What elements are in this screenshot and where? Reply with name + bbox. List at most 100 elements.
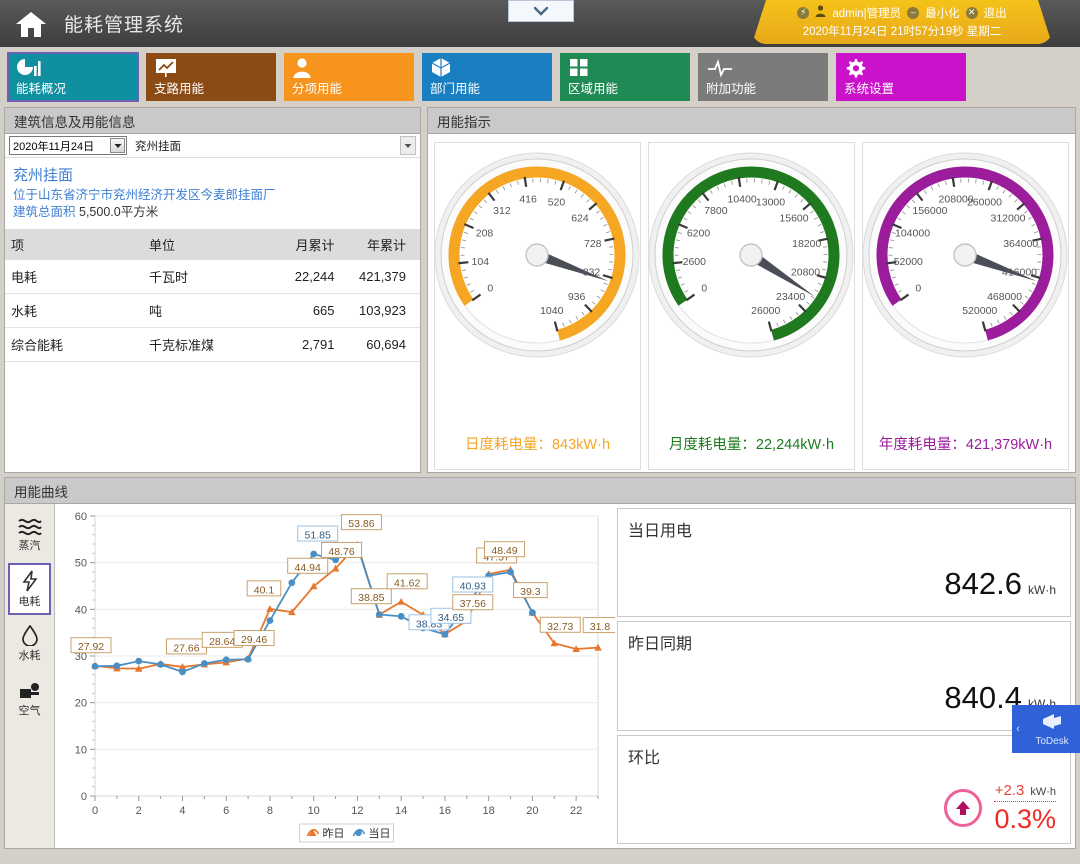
nav-tab-area-energy[interactable]: 区域用能: [560, 53, 690, 101]
svg-text:40.93: 40.93: [460, 580, 486, 592]
svg-text:2600: 2600: [683, 256, 707, 268]
today-usage-title: 当日用电: [628, 517, 1060, 541]
svg-text:18200: 18200: [792, 238, 821, 250]
cell-month: 665: [285, 294, 349, 328]
today-usage-card: 当日用电 842.6 kW·h: [617, 508, 1071, 617]
nav-tab-label: 附加功能: [706, 78, 756, 97]
nav-tab-system-settings[interactable]: 系统设置: [836, 53, 966, 101]
cell-month: 2,791: [285, 328, 349, 362]
lightning-bolt-icon: [20, 570, 40, 592]
energy-type-air[interactable]: 空气: [8, 673, 51, 725]
svg-text:6200: 6200: [687, 228, 711, 240]
energy-type-toolbar: 蒸汽 电耗 水耗: [5, 504, 55, 848]
svg-text:41.62: 41.62: [394, 577, 420, 589]
ratio-delta: +2.3: [995, 782, 1025, 799]
cell-unit: 吨: [145, 294, 285, 328]
pie-chart-bars-icon: [16, 57, 138, 78]
svg-text:20: 20: [75, 698, 87, 710]
today-usage-value: 842.6: [944, 566, 1022, 602]
building-dropdown-caret-icon[interactable]: [400, 136, 416, 155]
svg-text:1040: 1040: [540, 305, 564, 317]
cell-year: 421,379: [349, 260, 420, 294]
home-icon[interactable]: [14, 9, 48, 39]
col-unit: 单位: [145, 229, 285, 260]
building-select-value[interactable]: 兖州挂面: [135, 138, 392, 154]
table-row: 综合能耗 千克标准煤 2,791 60,694: [5, 328, 420, 362]
nav-tab-extra-functions[interactable]: 附加功能: [698, 53, 828, 101]
yearly-electricity-gauge-card: 0520001040001560002080002600003120003640…: [862, 142, 1069, 470]
date-picker[interactable]: 2020年11月24日: [9, 136, 127, 155]
cell-item: 综合能耗: [5, 328, 145, 362]
nav-tab-item-energy[interactable]: 分项用能: [284, 53, 414, 101]
svg-text:6: 6: [223, 805, 229, 817]
table-header-row: 项 单位 月累计 年累计: [5, 229, 420, 260]
monthly-electricity-gauge-card: 0260062007800104001300015600182002080023…: [648, 142, 855, 470]
svg-text:624: 624: [571, 213, 589, 225]
svg-text:34.65: 34.65: [438, 612, 464, 624]
todesk-widget[interactable]: ‹ ToDesk: [1012, 705, 1080, 753]
svg-text:156000: 156000: [912, 205, 947, 217]
svg-text:40.1: 40.1: [254, 584, 275, 596]
svg-text:0: 0: [92, 805, 98, 817]
svg-text:520000: 520000: [962, 305, 997, 317]
todesk-logo-icon: [1039, 711, 1065, 731]
building-area-label: 建筑总面积: [13, 205, 76, 219]
top-content-row: 建筑信息及用能信息 2020年11月24日 兖州挂面 兖州挂面 位于山东省济宁市…: [0, 105, 1080, 473]
svg-text:51.85: 51.85: [305, 530, 331, 542]
building-area-value: 5,500.0平方米: [79, 205, 158, 219]
svg-text:14: 14: [395, 805, 407, 817]
table-row: 电耗 千瓦时 22,244 421,379: [5, 260, 420, 294]
svg-text:16: 16: [439, 805, 451, 817]
date-dropdown-caret-icon[interactable]: [110, 138, 125, 153]
energy-type-steam[interactable]: 蒸汽: [8, 508, 51, 560]
exit-label[interactable]: 退出: [984, 5, 1007, 21]
svg-text:27.66: 27.66: [173, 642, 199, 654]
svg-text:728: 728: [584, 238, 602, 250]
gauges-container: 01042083124165206247288329361040 日度耗电量：8…: [428, 134, 1075, 478]
minimize-icon[interactable]: –: [907, 7, 919, 19]
minimize-label[interactable]: 最小化: [925, 5, 960, 21]
svg-text:208: 208: [476, 228, 494, 240]
monthly-electricity-gauge: 0260062007800104001300015600182002080023…: [649, 151, 854, 363]
building-details: 兖州挂面 位于山东省济宁市兖州经济开发区今麦郎挂面厂 建筑总面积 5,500.0…: [5, 158, 420, 223]
cell-unit: 千瓦时: [145, 260, 285, 294]
svg-text:260000: 260000: [967, 196, 1002, 208]
top-center-dropdown-button[interactable]: [508, 0, 574, 22]
nav-tab-department-energy[interactable]: 部门用能: [422, 53, 552, 101]
svg-text:13000: 13000: [756, 196, 785, 208]
svg-text:10: 10: [75, 744, 87, 756]
svg-text:48.49: 48.49: [491, 545, 517, 557]
date-value: 2020年11月24日: [13, 138, 94, 154]
building-info-title: 建筑信息及用能信息: [5, 108, 420, 134]
nav-tab-energy-overview[interactable]: 能耗概况: [8, 53, 138, 101]
building-info-panel: 建筑信息及用能信息 2020年11月24日 兖州挂面 兖州挂面 位于山东省济宁市…: [4, 107, 421, 473]
energy-curve-title: 用能曲线: [5, 478, 1075, 504]
user-name-label: admin|管理员: [832, 5, 901, 21]
energy-type-label: 水耗: [19, 647, 41, 663]
chevron-down-icon: [532, 5, 550, 17]
air-compressor-icon: [18, 681, 42, 701]
svg-text:0: 0: [701, 283, 707, 295]
svg-text:48.76: 48.76: [328, 546, 354, 558]
svg-text:60: 60: [75, 511, 87, 523]
energy-type-water[interactable]: 水耗: [8, 618, 51, 670]
app-title: 能耗管理系统: [64, 10, 184, 37]
svg-text:104: 104: [472, 256, 490, 268]
svg-text:40: 40: [75, 604, 87, 616]
energy-type-electricity[interactable]: 电耗: [8, 563, 51, 615]
svg-text:0: 0: [487, 283, 493, 295]
svg-text:20: 20: [526, 805, 538, 817]
svg-text:312: 312: [493, 205, 511, 217]
box-icon: [430, 57, 552, 78]
steam-waves-icon: [17, 516, 43, 536]
monthly-gauge-caption: 月度耗电量：22,244kW·h: [663, 435, 840, 469]
yesterday-usage-card: 昨日同期 840.4 kW·h: [617, 621, 1071, 730]
exit-icon[interactable]: ✕: [966, 7, 978, 19]
water-drop-icon: [21, 625, 39, 646]
energy-summary-table: 项 单位 月累计 年累计 电耗 千瓦时 22,244 421,379 水耗 吨 …: [5, 229, 420, 362]
nav-tab-branch-energy[interactable]: 支路用能: [146, 53, 276, 101]
chevron-left-icon[interactable]: ‹: [1012, 723, 1024, 735]
energy-line-chart: 0102030405060024681012141618202227.9227.…: [55, 504, 615, 848]
cell-item: 水耗: [5, 294, 145, 328]
daily-gauge-caption: 日度耗电量：843kW·h: [459, 435, 616, 469]
